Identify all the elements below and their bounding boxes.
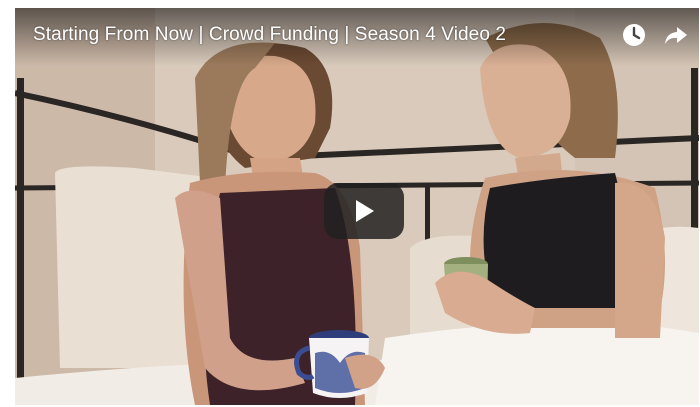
play-button[interactable] <box>324 183 404 239</box>
video-title[interactable]: Starting From Now | Crowd Funding | Seas… <box>33 23 506 47</box>
clock-icon[interactable] <box>621 22 647 48</box>
share-arrow-icon[interactable] <box>663 22 689 48</box>
play-icon <box>356 200 374 222</box>
video-player[interactable]: Starting From Now | Crowd Funding | Seas… <box>15 8 699 405</box>
